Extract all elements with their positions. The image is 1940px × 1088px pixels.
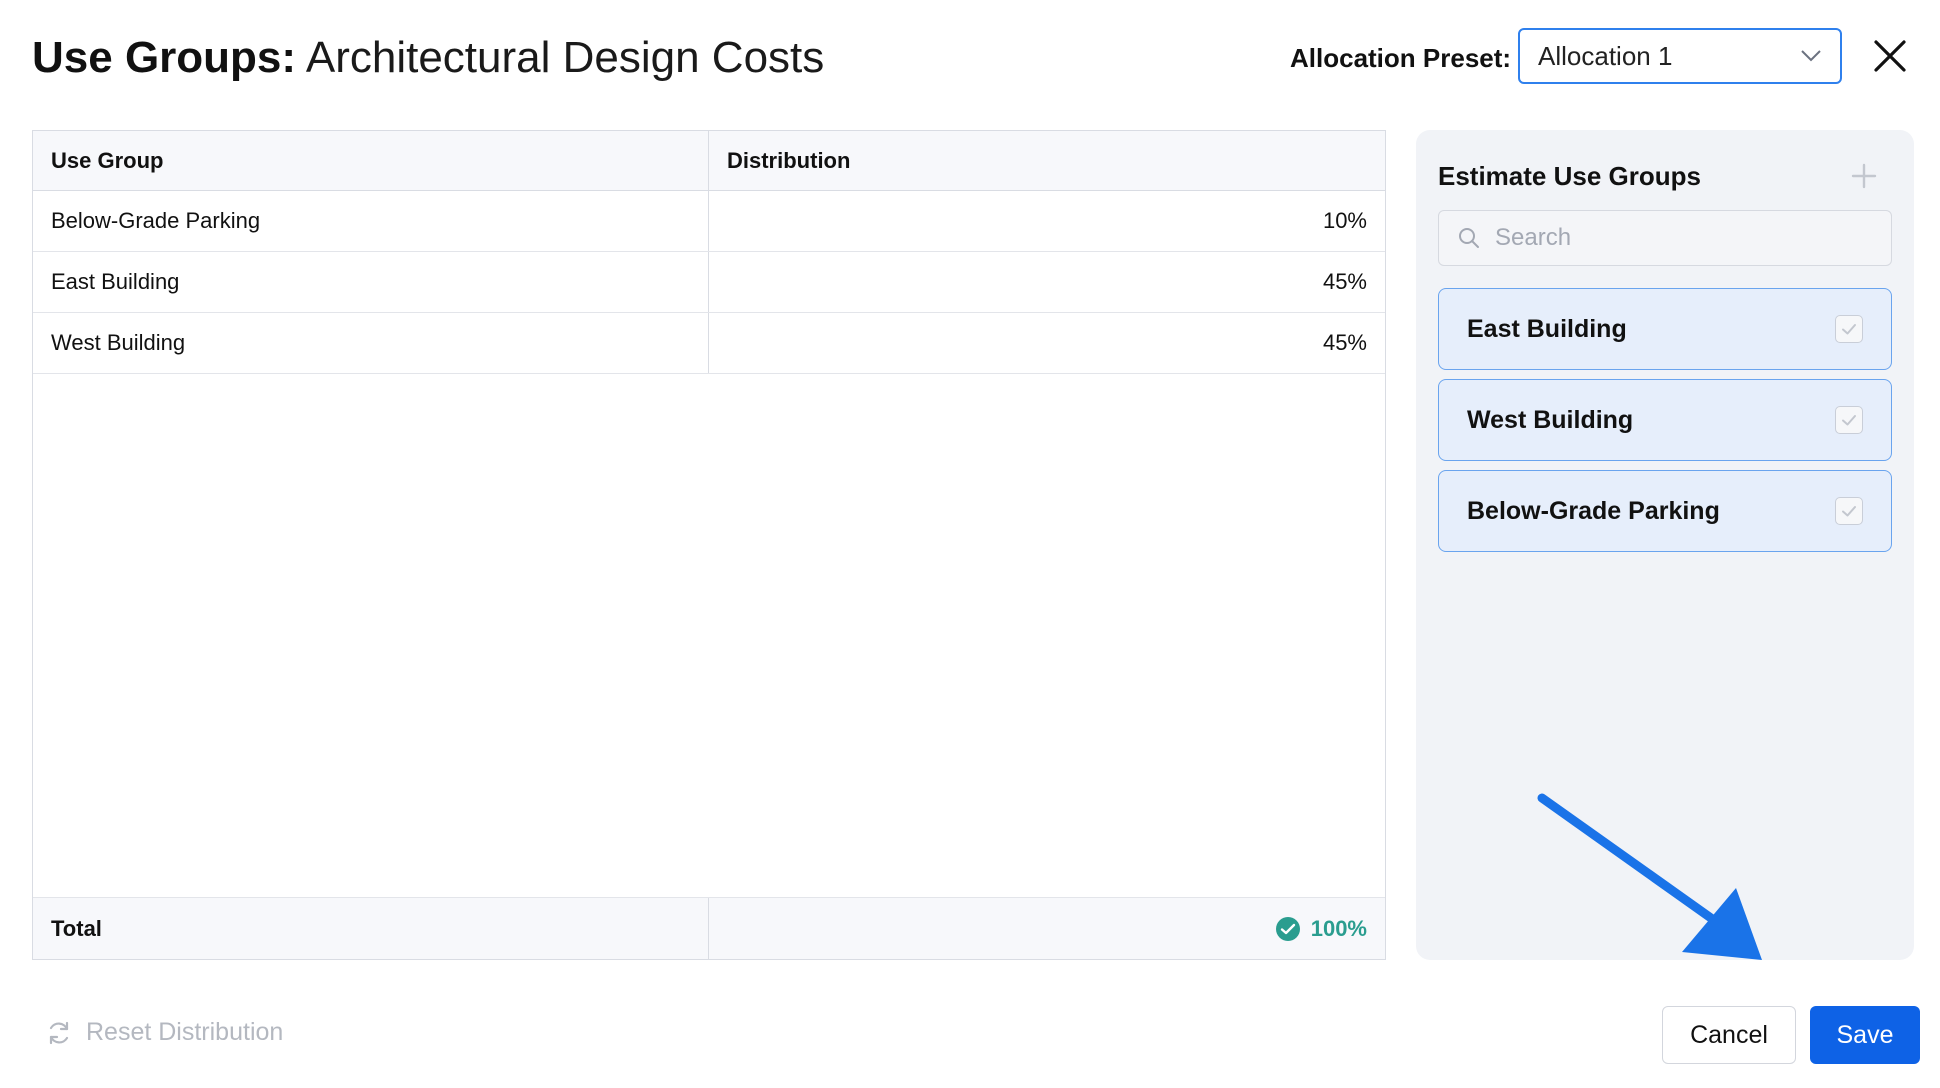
allocation-preset-select[interactable]: Allocation 1 — [1518, 28, 1842, 84]
use-group-item[interactable]: East Building — [1438, 288, 1892, 370]
table-row[interactable]: Below-Grade Parking 10% — [33, 191, 1385, 252]
checkbox-check-icon — [1842, 415, 1856, 426]
use-group-checkbox[interactable] — [1835, 497, 1863, 525]
use-group-checkbox[interactable] — [1835, 406, 1863, 434]
table-total-row: Total 100% — [33, 897, 1385, 959]
checkbox-check-icon — [1842, 506, 1856, 517]
check-circle-icon — [1275, 916, 1300, 941]
plus-icon[interactable] — [1848, 160, 1880, 192]
page-title-prefix: Use Groups: — [32, 33, 297, 82]
chevron-down-icon — [1801, 50, 1821, 62]
distribution-cell[interactable]: 45% — [709, 313, 1385, 373]
estimate-use-groups-panel: Estimate Use Groups East Building West B… — [1416, 130, 1914, 960]
total-value: 100% — [1310, 915, 1367, 941]
distribution-cell[interactable]: 45% — [709, 252, 1385, 312]
column-header-distribution: Distribution — [727, 147, 851, 173]
refresh-icon — [49, 1021, 69, 1044]
allocation-preset-value: Allocation 1 — [1538, 40, 1673, 71]
checkbox-check-icon — [1842, 324, 1856, 335]
use-group-label: Below-Grade Parking — [1467, 496, 1720, 525]
table-row[interactable]: West Building 45% — [33, 313, 1385, 374]
use-group-label: West Building — [1467, 405, 1634, 434]
save-button[interactable]: Save — [1810, 1006, 1920, 1064]
use-group-cell: West Building — [33, 313, 709, 373]
use-group-item[interactable]: West Building — [1438, 379, 1892, 461]
use-group-label: East Building — [1467, 314, 1627, 343]
total-label: Total — [33, 898, 709, 959]
page-title: Use Groups: Architectural Design Costs — [32, 28, 824, 88]
use-group-item[interactable]: Below-Grade Parking — [1438, 470, 1892, 552]
distribution-table: Use Group Distribution Below-Grade Parki… — [32, 130, 1386, 960]
table-row[interactable]: East Building 45% — [33, 252, 1385, 313]
search-box[interactable] — [1438, 210, 1892, 266]
close-icon[interactable] — [1866, 32, 1914, 80]
distribution-cell[interactable]: 10% — [709, 191, 1385, 251]
allocation-preset-label: Allocation Preset: — [1290, 43, 1512, 73]
search-input[interactable] — [1493, 223, 1877, 253]
reset-distribution-button[interactable]: Reset Distribution — [46, 1018, 283, 1047]
total-value-cell: 100% — [709, 898, 1385, 959]
cancel-button[interactable]: Cancel — [1662, 1006, 1796, 1064]
use-group-cell: Below-Grade Parking — [33, 191, 709, 251]
panel-title: Estimate Use Groups — [1438, 161, 1701, 191]
search-icon — [1459, 228, 1479, 248]
page-title-name: Architectural Design Costs — [305, 33, 825, 82]
column-header-use-group: Use Group — [33, 131, 709, 190]
use-group-checkbox[interactable] — [1835, 315, 1863, 343]
table-header-row: Use Group Distribution — [33, 131, 1385, 191]
reset-distribution-label: Reset Distribution — [86, 1018, 284, 1046]
use-group-cell: East Building — [33, 252, 709, 312]
